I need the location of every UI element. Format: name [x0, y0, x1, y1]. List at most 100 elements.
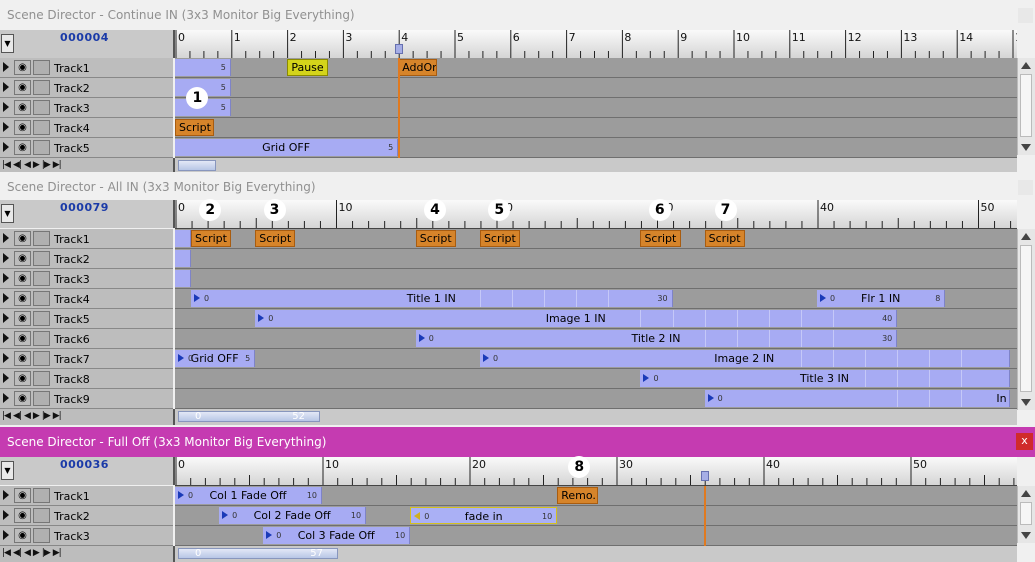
track-header[interactable]: ◉ Track3: [0, 269, 173, 289]
lock-box[interactable]: [33, 508, 50, 523]
eye-icon[interactable]: ◉: [14, 331, 31, 346]
eye-icon[interactable]: ◉: [14, 371, 31, 386]
transport-next-frame-button[interactable]: |▶: [42, 411, 51, 422]
script-event[interactable]: Script: [479, 230, 521, 247]
scroll-down-icon[interactable]: [1021, 144, 1031, 151]
close-button[interactable]: x: [1016, 433, 1033, 450]
timeline-clip[interactable]: 0 Title 1 IN 30: [191, 290, 673, 307]
lock-box[interactable]: [33, 488, 50, 503]
pause-event[interactable]: Pause: [286, 59, 329, 76]
timeline-clip[interactable]: 0 Title 3 IN: [640, 370, 1010, 387]
lock-box[interactable]: [33, 528, 50, 543]
panel-titlebar[interactable]: Scene Director - All IN (3x3 Monitor Big…: [0, 172, 1035, 202]
transport-play-back-button[interactable]: ◀: [24, 160, 31, 171]
track-row[interactable]: Grid OFF 5: [175, 138, 1017, 158]
horizontal-scroll-thumb[interactable]: 0 57: [178, 548, 338, 559]
timeline-ruler[interactable]: 012345678910111213141: [175, 30, 1017, 59]
transport-play-button[interactable]: ▶: [33, 411, 40, 422]
transport-play-back-button[interactable]: ◀: [24, 548, 31, 559]
script-event[interactable]: Script: [175, 119, 215, 136]
timeline-clip[interactable]: 0 Col 2 Fade Off 10: [219, 507, 367, 524]
track-header[interactable]: ◉ Track3: [0, 98, 173, 118]
expand-arrow-icon[interactable]: [3, 490, 9, 500]
lock-box[interactable]: [33, 140, 50, 155]
transport-prev-frame-button[interactable]: ◀|: [13, 411, 22, 422]
track-row[interactable]: 5: [175, 98, 1017, 118]
transport-next-frame-button[interactable]: |▶: [42, 160, 51, 171]
track-row[interactable]: 0 Image 1 IN 40: [175, 309, 1017, 329]
scroll-up-icon[interactable]: [1021, 62, 1031, 69]
dropdown-button[interactable]: ▼: [1, 461, 14, 480]
playhead-handle[interactable]: [701, 471, 710, 481]
lock-box[interactable]: [33, 291, 50, 306]
lock-box[interactable]: [33, 100, 50, 115]
panel-titlebar[interactable]: Scene Director - Full Off (3x3 Monitor B…: [0, 427, 1035, 457]
script-event[interactable]: Remo...: [557, 487, 599, 504]
scroll-up-icon[interactable]: [1021, 233, 1031, 240]
track-header[interactable]: ◉ Track2: [0, 249, 173, 269]
track-header[interactable]: ◉ Track1: [0, 58, 173, 78]
timeline-clip[interactable]: Grid OFF 5: [175, 139, 399, 156]
vertical-scrollbar[interactable]: [1017, 58, 1035, 155]
eye-icon[interactable]: ◉: [14, 311, 31, 326]
timeline-clip[interactable]: 0 Grid OFF 5: [175, 350, 256, 367]
expand-arrow-icon[interactable]: [3, 510, 9, 520]
eye-icon[interactable]: ◉: [14, 80, 31, 95]
track-header[interactable]: ◉ Track2: [0, 78, 173, 98]
timeline-clip[interactable]: [175, 230, 192, 247]
timeline-clip[interactable]: 0 Image 1 IN 40: [255, 310, 898, 327]
eye-icon[interactable]: ◉: [14, 351, 31, 366]
expand-arrow-icon[interactable]: [3, 273, 9, 283]
track-header[interactable]: ◉ Track5: [0, 309, 173, 329]
eye-icon[interactable]: ◉: [14, 528, 31, 543]
eye-icon[interactable]: ◉: [14, 140, 31, 155]
track-row[interactable]: 0 Col 3 Fade Off 10: [175, 526, 1017, 546]
lock-box[interactable]: [33, 120, 50, 135]
expand-arrow-icon[interactable]: [3, 122, 9, 132]
lock-box[interactable]: [33, 311, 50, 326]
lock-box[interactable]: [33, 80, 50, 95]
eye-icon[interactable]: ◉: [14, 391, 31, 406]
track-row[interactable]: 0 Col 2 Fade Off 10 0 fade in 10: [175, 506, 1017, 526]
expand-arrow-icon[interactable]: [3, 373, 9, 383]
eye-icon[interactable]: ◉: [14, 251, 31, 266]
track-header[interactable]: ◉ Track7: [0, 349, 173, 369]
track-header[interactable]: ◉ Track3: [0, 526, 173, 546]
scroll-up-icon[interactable]: [1021, 490, 1031, 497]
timeline-clip[interactable]: 0 Flr 1 IN 8: [817, 290, 946, 307]
vertical-scroll-thumb[interactable]: [1020, 245, 1032, 392]
eye-icon[interactable]: ◉: [14, 60, 31, 75]
eye-icon[interactable]: ◉: [14, 100, 31, 115]
eye-icon[interactable]: ◉: [14, 120, 31, 135]
dropdown-button[interactable]: ▼: [1, 204, 14, 223]
panel-titlebar[interactable]: Scene Director - Continue IN (3x3 Monito…: [0, 0, 1035, 30]
eye-icon[interactable]: ◉: [14, 291, 31, 306]
track-row[interactable]: 5: [175, 78, 1017, 98]
expand-arrow-icon[interactable]: [3, 333, 9, 343]
transport-prev-frame-button[interactable]: ◀|: [13, 548, 22, 559]
dropdown-button[interactable]: ▼: [1, 34, 14, 53]
expand-arrow-icon[interactable]: [3, 82, 9, 92]
track-header[interactable]: ◉ Track1: [0, 486, 173, 506]
track-row[interactable]: [175, 269, 1017, 289]
expand-arrow-icon[interactable]: [3, 313, 9, 323]
eye-icon[interactable]: ◉: [14, 508, 31, 523]
transport-next-frame-button[interactable]: |▶: [42, 548, 51, 559]
expand-arrow-icon[interactable]: [3, 102, 9, 112]
track-header[interactable]: ◉ Track4: [0, 289, 173, 309]
timeline-clip[interactable]: 0 Title 2 IN 30: [415, 330, 898, 347]
track-row[interactable]: 0Col 1 Fade Off10Remo...: [175, 486, 1017, 506]
vertical-scrollbar[interactable]: [1017, 229, 1035, 410]
eye-icon[interactable]: ◉: [14, 231, 31, 246]
track-header[interactable]: ◉ Track9: [0, 389, 173, 409]
transport-prev-frame-button[interactable]: ◀|: [13, 160, 22, 171]
track-row[interactable]: Script: [175, 118, 1017, 138]
expand-arrow-icon[interactable]: [3, 393, 9, 403]
eye-icon[interactable]: ◉: [14, 271, 31, 286]
lock-box[interactable]: [33, 231, 50, 246]
track-header[interactable]: ◉ Track5: [0, 138, 173, 158]
track-row[interactable]: Script Script Script Script Script Script: [175, 229, 1017, 249]
track-row[interactable]: 0 Grid OFF 5 0 Image 2 IN: [175, 349, 1017, 369]
expand-arrow-icon[interactable]: [3, 530, 9, 540]
track-row[interactable]: 0 Title 2 IN 30: [175, 329, 1017, 349]
